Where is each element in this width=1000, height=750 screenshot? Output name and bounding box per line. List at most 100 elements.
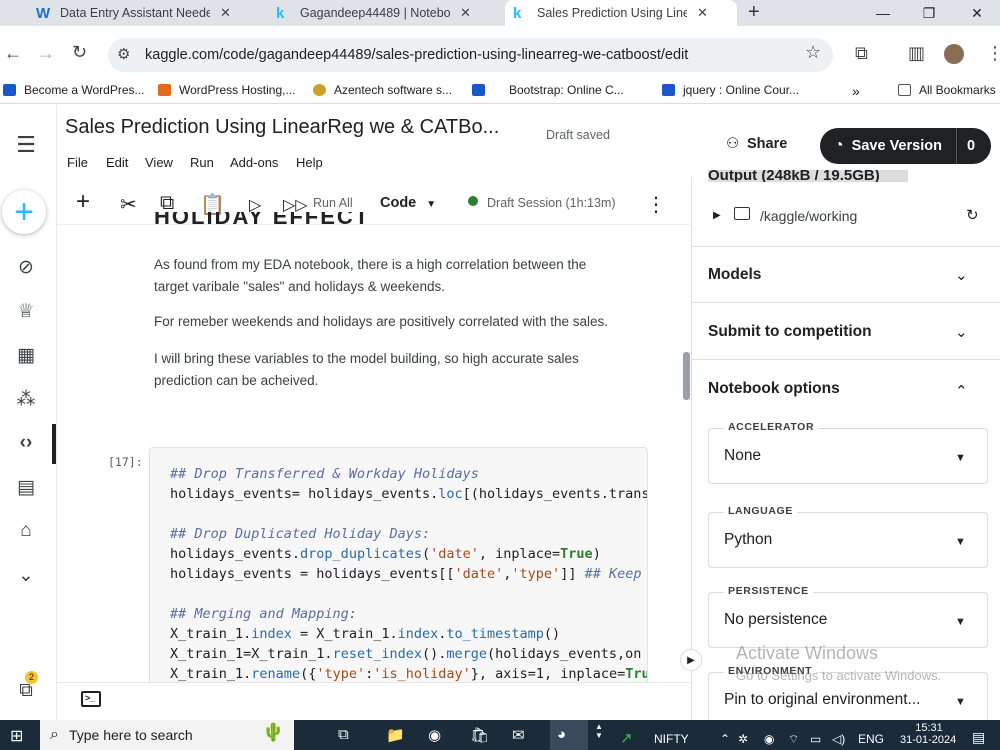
volume-icon[interactable]: ◁) [832, 732, 845, 746]
divider [692, 359, 1000, 360]
extensions-icon[interactable]: ⧉ [855, 43, 868, 64]
url-text[interactable]: kaggle.com/code/gagandeep44489/sales-pre… [145, 47, 688, 63]
menu-run[interactable]: Run [190, 155, 214, 170]
all-bookmarks[interactable]: All Bookmarks [898, 83, 996, 97]
folder-icon [898, 84, 911, 96]
mail-icon[interactable]: ✉ [512, 726, 525, 744]
dropdown-arrow-icon[interactable]: ▼ [955, 452, 966, 464]
back-icon[interactable]: ← [4, 43, 22, 64]
bookmark-favicon-icon [158, 84, 171, 96]
bookmark-item[interactable]: Become a WordPres... [3, 83, 145, 97]
section-models[interactable]: Models [708, 266, 761, 284]
settings-gear-icon[interactable]: ✲ [738, 732, 748, 746]
forward-icon[interactable]: → [37, 43, 55, 64]
save-version-button[interactable]: ◔ Save Version 0 [820, 128, 991, 164]
menu-file[interactable]: File [67, 155, 88, 170]
close-tab-icon[interactable]: ✕ [220, 5, 231, 21]
close-window-icon[interactable]: ✕ [954, 0, 1000, 26]
discussion-icon[interactable]: ▤ [0, 476, 52, 499]
cut-icon[interactable]: ✂ [120, 192, 137, 217]
code-line: X_train_1.rename({'type':'is_holiday'}, … [170, 666, 647, 682]
dropdown-arrow-icon[interactable]: ▼ [955, 616, 966, 628]
tray-up-icon[interactable]: ⌃ [720, 732, 730, 746]
cells-scrollbar[interactable] [683, 352, 690, 400]
expand-arrow-icon[interactable]: ▶ [713, 210, 721, 221]
notebook-title[interactable]: Sales Prediction Using LinearReg we & CA… [65, 116, 499, 139]
more-chevron-down-icon[interactable]: ⌄ [0, 564, 52, 587]
windows-start-icon[interactable]: ⊞ [10, 726, 23, 746]
browser-tab-active[interactable]: k Sales Prediction Using LinearRe ✕ [505, 0, 737, 26]
models-icon[interactable]: ⁂ [0, 388, 52, 411]
bookmark-item[interactable]: Bootstrap: Online C... [472, 83, 624, 97]
compass-icon[interactable]: ⊘ [0, 256, 52, 279]
site-settings-icon[interactable]: ⚙ [117, 45, 130, 63]
profile-avatar[interactable] [944, 44, 964, 64]
code-icon[interactable]: ‹› [0, 432, 52, 454]
notifications-icon[interactable]: ⧉ [0, 680, 52, 702]
taskbar-search[interactable]: ⌕ Type here to search [40, 720, 294, 750]
bookmark-star-icon[interactable]: ☆ [805, 42, 821, 63]
code-editor[interactable]: ## Drop Transferred & Workday Holidays h… [150, 455, 647, 682]
dropdown-arrow-icon[interactable]: ▼ [955, 696, 966, 708]
more-bookmarks-icon[interactable]: » [852, 83, 860, 99]
tray-app-icon[interactable]: ◉ [764, 732, 774, 746]
hamburger-menu-icon[interactable]: ☰ [0, 132, 52, 158]
menu-addons[interactable]: Add-ons [230, 155, 278, 170]
session-status-dot [468, 196, 478, 206]
clock[interactable]: 15:31 31-01-2024 [900, 722, 956, 746]
create-plus-icon[interactable]: + [2, 190, 46, 234]
dropdown-arrow-icon[interactable]: ▼ [955, 536, 966, 548]
browser-menu-icon[interactable]: ⋮ [986, 43, 1000, 64]
notification-center-icon[interactable]: ▤ [972, 729, 985, 746]
store-icon[interactable]: 🛍 [470, 726, 489, 744]
menu-help[interactable]: Help [296, 155, 323, 170]
task-view-icon[interactable]: ⧉ [338, 726, 349, 743]
more-options-icon[interactable]: ⋮ [646, 192, 666, 217]
output-clip: Output (248kB / 19.5GB) [708, 170, 908, 182]
chevron-down-icon[interactable]: ⌄ [955, 266, 968, 284]
chevron-down-icon[interactable]: ⌄ [955, 323, 968, 341]
browser-tab[interactable]: W Data Entry Assistant Needed - W ✕ [28, 0, 258, 26]
console-icon[interactable]: >_ [81, 691, 101, 707]
side-panel-icon[interactable]: ▥ [908, 43, 925, 64]
working-dir[interactable]: /kaggle/working [760, 208, 857, 224]
language-indicator[interactable]: ENG [858, 732, 884, 746]
edge-icon[interactable]: ◉ [428, 726, 441, 744]
network-icon[interactable]: ⌔ [788, 732, 799, 747]
table-icon[interactable]: ▦ [0, 344, 52, 367]
collapse-panel-icon[interactable]: ▶ [680, 649, 702, 671]
share-button[interactable]: ⚇ Share [726, 136, 787, 152]
taskbar-scroll-icon[interactable]: ▲ ▼ [595, 722, 603, 740]
close-tab-icon[interactable]: ✕ [460, 5, 471, 21]
reload-icon[interactable]: ↻ [72, 42, 87, 63]
section-submit-competition[interactable]: Submit to competition [708, 323, 872, 341]
run-all-button[interactable]: Run All [313, 196, 353, 210]
trophy-icon[interactable]: ♕ [0, 300, 52, 323]
section-notebook-options[interactable]: Notebook options [708, 380, 840, 398]
session-status[interactable]: Draft Session (1h:13m) [487, 196, 616, 210]
chevron-up-icon[interactable]: ⌃ [955, 382, 968, 400]
cell-execution-count: [17]: [108, 455, 143, 469]
ticker-label[interactable]: NIFTY [654, 732, 689, 746]
markdown-paragraph: I will bring these variables to the mode… [154, 351, 579, 388]
refresh-icon[interactable]: ↻ [966, 206, 979, 224]
code-line: ## Drop Duplicated Holiday Days: [170, 526, 431, 542]
bookmark-item[interactable]: jquery : Online Cour... [662, 83, 799, 97]
new-tab-icon[interactable]: + [748, 1, 760, 24]
bookmark-item[interactable]: WordPress Hosting,... [158, 83, 295, 97]
learn-icon[interactable]: ⌂ [0, 520, 52, 542]
bookmark-item[interactable]: Azentech software s... [313, 83, 452, 97]
battery-icon[interactable]: ▭ [810, 732, 821, 746]
browser-tab[interactable]: k Gagandeep44489 | Notebooks | K ✕ [268, 0, 498, 26]
menu-view[interactable]: View [145, 155, 173, 170]
add-cell-icon[interactable]: + [76, 188, 90, 216]
tab-title: Sales Prediction Using LinearRe [537, 6, 687, 20]
menu-edit[interactable]: Edit [106, 155, 128, 170]
file-explorer-icon[interactable]: 📁 [386, 726, 405, 744]
cell-type-select[interactable]: Code ▼ [380, 195, 436, 211]
restore-icon[interactable]: ❐ [906, 0, 952, 26]
chrome-taskbar-active[interactable] [550, 720, 588, 750]
minimize-icon[interactable]: — [860, 0, 906, 26]
close-tab-icon[interactable]: ✕ [697, 5, 708, 21]
bookmark-favicon-icon [313, 84, 326, 96]
